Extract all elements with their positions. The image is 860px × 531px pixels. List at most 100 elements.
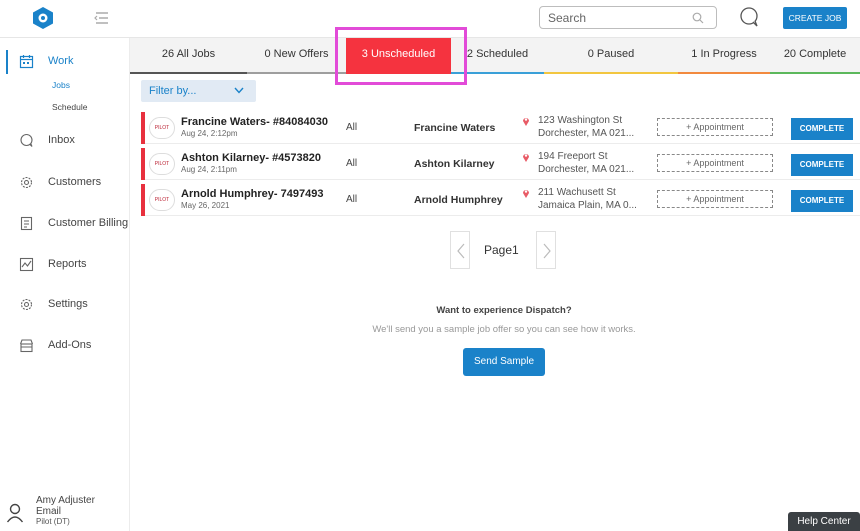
tab-unscheduled[interactable]: 3 Unscheduled	[346, 38, 451, 74]
tab-scheduled[interactable]: 2 Scheduled	[451, 38, 544, 74]
tab-new-offers[interactable]: 0 New Offers	[247, 38, 346, 74]
job-row[interactable]: PILOT Ashton Kilarney- #4573820 Aug 24, …	[141, 148, 860, 180]
previous-page-button[interactable]	[450, 231, 470, 269]
tab-color-bar	[247, 72, 346, 74]
job-title[interactable]: Arnold Humphrey- 7497493	[181, 188, 323, 200]
job-type: All	[346, 158, 358, 169]
map-pin-icon	[523, 118, 529, 126]
tab-color-bar	[770, 72, 860, 74]
job-date: Aug 24, 2:11pm	[181, 165, 237, 174]
store-icon	[19, 339, 34, 353]
unscheduled-flag	[141, 184, 145, 216]
company-logo: PILOT	[149, 117, 175, 139]
sidebar-subitem-jobs[interactable]: Jobs	[52, 80, 70, 90]
tab-label: 3 Unscheduled	[361, 48, 436, 60]
sidebar-item-label: Reports	[48, 258, 87, 270]
map-pin-icon	[523, 154, 529, 162]
job-status-tabs: 26 All Jobs 0 New Offers 3 Unscheduled 2…	[130, 38, 860, 74]
create-job-button[interactable]: CREATE JOB	[783, 7, 847, 29]
promo-title: Want to experience Dispatch?	[436, 305, 572, 316]
job-title[interactable]: Francine Waters- #84084030	[181, 116, 328, 128]
sidebar-item-work[interactable]: Work	[0, 50, 130, 74]
customer-name: Ashton Kilarney	[414, 158, 495, 170]
user-name: Amy Adjuster	[36, 495, 95, 506]
tab-in-progress[interactable]: 1 In Progress	[678, 38, 770, 74]
user-email: Email	[36, 506, 62, 517]
collapse-menu-icon[interactable]	[94, 11, 109, 25]
address-line2: Dorchester, MA 021...	[538, 128, 635, 139]
document-icon	[20, 216, 33, 231]
send-sample-button[interactable]: Send Sample	[463, 348, 545, 376]
job-title[interactable]: Ashton Kilarney- #4573820	[181, 152, 321, 164]
job-row[interactable]: PILOT Arnold Humphrey- 7497493 May 26, 2…	[141, 184, 860, 216]
company-logo: PILOT	[149, 189, 175, 211]
job-date: May 26, 2021	[181, 201, 230, 210]
job-date: Aug 24, 2:12pm	[181, 129, 238, 138]
gear-icon	[20, 176, 33, 189]
sidebar-item-label: Inbox	[48, 134, 75, 146]
user-profile[interactable]: Amy Adjuster Email Pilot (DT)	[0, 495, 130, 531]
unscheduled-flag	[141, 112, 145, 144]
tab-label: 26 All Jobs	[161, 48, 216, 60]
help-center-button[interactable]: Help Center	[788, 512, 860, 531]
sidebar-item-inbox[interactable]: Inbox	[0, 129, 130, 153]
address-line1: 194 Freeport St	[538, 151, 608, 162]
unscheduled-flag	[141, 148, 145, 180]
filter-dropdown[interactable]: Filter by...	[141, 80, 256, 102]
address-line1: 123 Washington St	[538, 115, 623, 126]
chart-icon	[19, 257, 34, 272]
chevron-down-icon	[234, 87, 244, 94]
tab-complete[interactable]: 20 Complete	[770, 38, 860, 74]
tab-paused[interactable]: 0 Paused	[544, 38, 678, 74]
job-type: All	[346, 122, 358, 133]
sidebar-item-label: Customers	[48, 176, 102, 188]
tab-color-bar	[544, 72, 678, 74]
tab-color-bar	[451, 72, 544, 74]
sidebar-item-settings[interactable]: Settings	[0, 293, 130, 317]
sidebar-item-reports[interactable]: Reports	[0, 253, 130, 277]
tab-label: 2 Scheduled	[466, 48, 529, 60]
chevron-left-icon	[457, 243, 465, 259]
tab-color-bar	[130, 72, 247, 74]
calendar-icon	[19, 55, 34, 69]
add-appointment-button[interactable]: + Appointment	[657, 190, 773, 208]
company-logo: PILOT	[149, 153, 175, 175]
add-appointment-button[interactable]: + Appointment	[657, 154, 773, 172]
tab-all-jobs[interactable]: 26 All Jobs	[130, 38, 247, 74]
settings-icon	[20, 298, 33, 311]
user-avatar-icon	[6, 503, 24, 523]
sidebar-item-add-ons[interactable]: Add-Ons	[0, 334, 130, 358]
sidebar-item-label: Add-Ons	[48, 339, 92, 351]
page-indicator: Page1	[484, 243, 519, 257]
complete-button[interactable]: COMPLETE	[791, 154, 853, 176]
address-line1: 211 Wachusett St	[538, 187, 616, 198]
sidebar-subitem-schedule[interactable]: Schedule	[52, 102, 87, 112]
address-line2: Jamaica Plain, MA 0...	[538, 200, 637, 211]
tab-label: 1 In Progress	[691, 48, 757, 60]
search-placeholder: Search	[548, 11, 587, 25]
promo-subtitle: We'll send you a sample job offer so you…	[372, 324, 636, 335]
top-bar: Search CREATE JOB	[0, 0, 860, 38]
sidebar-item-customers[interactable]: Customers	[0, 171, 130, 195]
tab-label: 20 Complete	[783, 48, 847, 60]
customer-name: Arnold Humphrey	[414, 194, 503, 206]
filter-label: Filter by...	[149, 85, 197, 97]
chevron-right-icon	[543, 243, 551, 259]
add-appointment-button[interactable]: + Appointment	[657, 118, 773, 136]
user-role: Pilot (DT)	[36, 517, 70, 526]
complete-button[interactable]: COMPLETE	[791, 190, 853, 212]
address-line2: Dorchester, MA 021...	[538, 164, 635, 175]
sidebar-item-label: Customer Billing	[48, 217, 129, 229]
customer-name: Francine Waters	[414, 122, 496, 134]
sidebar-item-customer-billing[interactable]: Customer Billing	[0, 212, 130, 236]
job-row[interactable]: PILOT Francine Waters- #84084030 Aug 24,…	[141, 112, 860, 144]
tab-label: 0 New Offers	[264, 48, 329, 60]
search-input[interactable]: Search	[539, 6, 717, 29]
chat-icon	[20, 133, 33, 147]
chat-icon[interactable]	[738, 6, 760, 28]
sidebar-item-label: Work	[48, 55, 74, 67]
complete-button[interactable]: COMPLETE	[791, 118, 853, 140]
search-icon[interactable]	[692, 12, 704, 24]
next-page-button[interactable]	[536, 231, 556, 269]
app-logo-icon[interactable]	[33, 7, 53, 29]
